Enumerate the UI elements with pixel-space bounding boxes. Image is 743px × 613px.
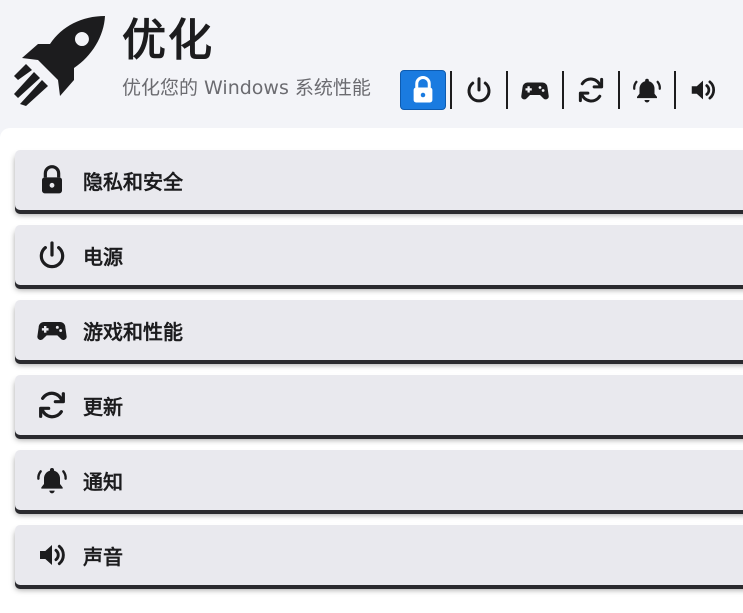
- refresh-icon: [578, 77, 604, 103]
- section-label: 游戏和性能: [83, 319, 183, 344]
- section-label: 声音: [83, 544, 123, 569]
- toolbar-lock-button[interactable]: [400, 70, 446, 110]
- toolbar-gamepad-button[interactable]: [512, 70, 558, 110]
- power-icon: [35, 238, 69, 272]
- gamepad-icon: [35, 313, 69, 347]
- volume-icon: [35, 538, 69, 572]
- section-sound[interactable]: 声音: [15, 525, 743, 585]
- toolbar-volume-button[interactable]: [680, 70, 726, 110]
- section-notifications[interactable]: 通知: [15, 450, 743, 510]
- bell-icon: [35, 463, 69, 497]
- bell-icon: [633, 78, 661, 103]
- lock-icon: [35, 163, 69, 197]
- lock-icon: [413, 76, 433, 103]
- toolbar-power-button[interactable]: [456, 70, 502, 110]
- rocket-icon: [14, 16, 105, 106]
- power-icon: [467, 77, 491, 103]
- section-gaming-performance[interactable]: 游戏和性能: [15, 300, 743, 360]
- toolbar-divider: [618, 71, 620, 109]
- section-privacy-security[interactable]: 隐私和安全: [15, 150, 743, 210]
- toolbar-divider: [506, 71, 508, 109]
- section-label: 通知: [83, 469, 123, 494]
- page-subtitle: 优化您的 Windows 系统性能: [122, 77, 371, 99]
- refresh-icon: [35, 388, 69, 422]
- toolbar-divider: [674, 71, 676, 109]
- section-power[interactable]: 电源: [15, 225, 743, 285]
- section-updates[interactable]: 更新: [15, 375, 743, 435]
- page-title: 优化: [122, 15, 214, 66]
- toolbar-refresh-button[interactable]: [568, 70, 614, 110]
- section-label: 更新: [83, 394, 123, 419]
- section-label: 电源: [83, 244, 123, 269]
- toolbar-divider: [450, 71, 452, 109]
- toolbar: [400, 70, 726, 110]
- volume-icon: [691, 80, 715, 100]
- gamepad-icon: [521, 82, 549, 100]
- section-label: 隐私和安全: [83, 169, 183, 194]
- toolbar-bell-button[interactable]: [624, 70, 670, 110]
- toolbar-divider: [562, 71, 564, 109]
- header: 优化 优化您的 Windows 系统性能: [0, 0, 743, 128]
- sections-panel: 隐私和安全 电源 游戏和性能 更新 通知 声音: [0, 128, 743, 613]
